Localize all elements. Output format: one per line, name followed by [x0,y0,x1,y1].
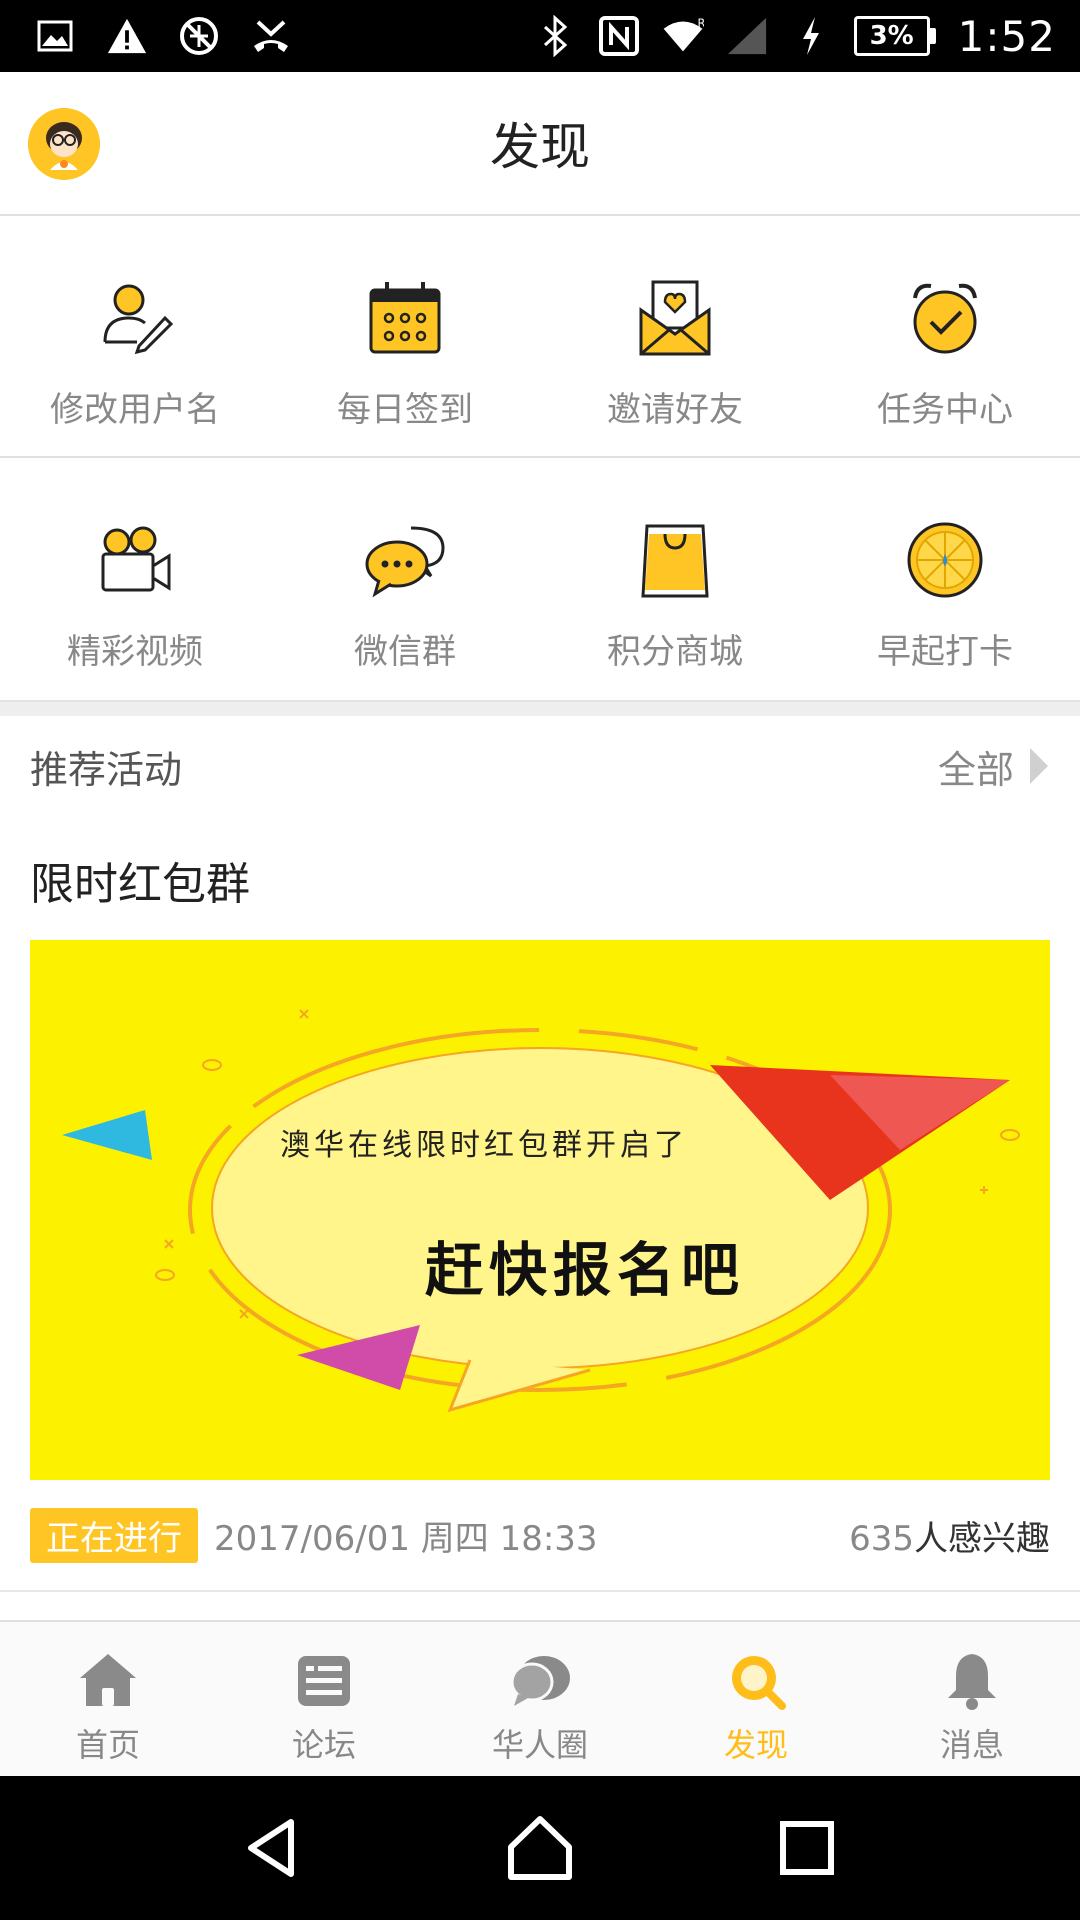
feature-grid-row-2: 精彩视频 微信群 积分商城 早起打卡 [0,460,1080,700]
bottom-tab-bar: 首页 论坛 华人圈 发现 消息 [0,1620,1080,1776]
grid-item-edit-username[interactable]: 修改用户名 [0,218,270,456]
page-title: 发现 [490,118,590,176]
tab-discover[interactable]: 发现 [648,1622,864,1776]
tab-label: 消息 [939,1726,1004,1764]
grid-item-daily-checkin[interactable]: 每日签到 [270,218,540,456]
battery-level: 3% [853,16,930,56]
missed-call-icon [250,15,292,57]
chat-bubbles-icon [365,526,445,598]
tab-label: 论坛 [291,1726,356,1764]
banner-headline: 澳华在线限时红包群开启了 [280,1128,688,1163]
home-button[interactable] [500,1808,580,1888]
activity-datetime: 2017/06/01 周四 18:33 [214,1518,598,1559]
grid-label: 每日签到 [337,390,473,430]
circle-chat-icon [510,1656,570,1706]
home-system-icon [507,1816,572,1880]
feature-grid-row-1: 修改用户名 每日签到 邀请好友 任务中心 [0,218,1080,458]
recents-button[interactable] [767,1808,847,1888]
grid-label: 精彩视频 [67,632,203,672]
edit-user-icon [103,284,174,355]
orange-slice-icon [907,522,983,598]
tab-forum[interactable]: 论坛 [216,1622,432,1776]
gallery-icon [34,15,76,57]
grid-item-invite-friends[interactable]: 邀请好友 [540,218,810,456]
activity-title[interactable]: 限时红包群 [30,848,250,912]
back-icon [248,1819,295,1877]
grid-label: 积分商城 [607,632,743,672]
roaming-indicator: R [697,17,703,30]
grid-label: 微信群 [354,632,456,672]
divider [0,1590,1080,1592]
grid-label: 任务中心 [877,390,1013,430]
tab-chinese-circle[interactable]: 华人圈 [432,1622,648,1776]
grid-item-task-center[interactable]: 任务中心 [810,218,1080,456]
interest-count: 635人感兴趣 [849,1511,1050,1560]
back-button[interactable] [233,1808,313,1888]
bell-icon [948,1654,996,1710]
grid-label: 邀请好友 [607,390,743,430]
grid-item-points-mall[interactable]: 积分商城 [540,460,810,700]
banner-call-to-action: 赶快报名吧 [425,1236,746,1304]
view-all-label: 全部 [937,747,1014,792]
section-header: 推荐活动 全部 [0,716,1080,816]
invite-envelope-icon [639,280,711,356]
tab-label: 华人圈 [491,1726,588,1764]
recents-icon [779,1821,834,1875]
grid-label: 修改用户名 [50,390,220,430]
banner-artwork [62,1009,1020,1413]
interest-number: 635 [849,1518,914,1559]
avatar[interactable] [28,108,100,180]
chevron-right-icon [1030,748,1048,784]
alarm-check-icon [913,283,977,354]
interest-label: 人感兴趣 [914,1518,1050,1559]
status-bar: R 3% 1:52 [0,0,1080,72]
tab-label: 发现 [723,1726,788,1764]
warning-icon [106,15,148,57]
discover-search-icon [732,1656,786,1710]
tab-home[interactable]: 首页 [0,1622,216,1776]
forum-icon [298,1656,350,1706]
shopping-bag-icon [641,524,709,598]
grid-label: 早起打卡 [877,632,1013,672]
battery-indicator: 3% [853,16,936,56]
signal-icon [726,15,768,57]
status-badge: 正在进行 [30,1507,198,1563]
system-navigation-bar [0,1776,1080,1920]
grid-item-videos[interactable]: 精彩视频 [0,460,270,700]
wifi-icon: R [662,15,704,57]
calendar-icon [369,282,441,354]
nfc-icon [598,15,640,57]
tab-messages[interactable]: 消息 [864,1622,1080,1776]
section-separator [0,700,1080,716]
charging-icon [790,15,832,57]
video-camera-icon [101,526,171,592]
activity-banner[interactable]: 澳华在线限时红包群开启了 赶快报名吧 [30,940,1050,1480]
grid-item-early-checkin[interactable]: 早起打卡 [810,460,1080,700]
clock: 1:52 [957,11,1056,61]
section-title: 推荐活动 [30,747,183,792]
view-all-link[interactable]: 全部 [938,739,1050,794]
app-header: 发现 [0,72,1080,216]
tab-label: 首页 [75,1726,140,1764]
home-icon [80,1654,136,1706]
no-sync-icon [178,15,220,57]
activity-meta: 正在进行 2017/06/01 周四 18:33 635人感兴趣 [30,1507,1050,1563]
grid-item-wechat-group[interactable]: 微信群 [270,460,540,700]
bluetooth-icon [534,15,576,57]
